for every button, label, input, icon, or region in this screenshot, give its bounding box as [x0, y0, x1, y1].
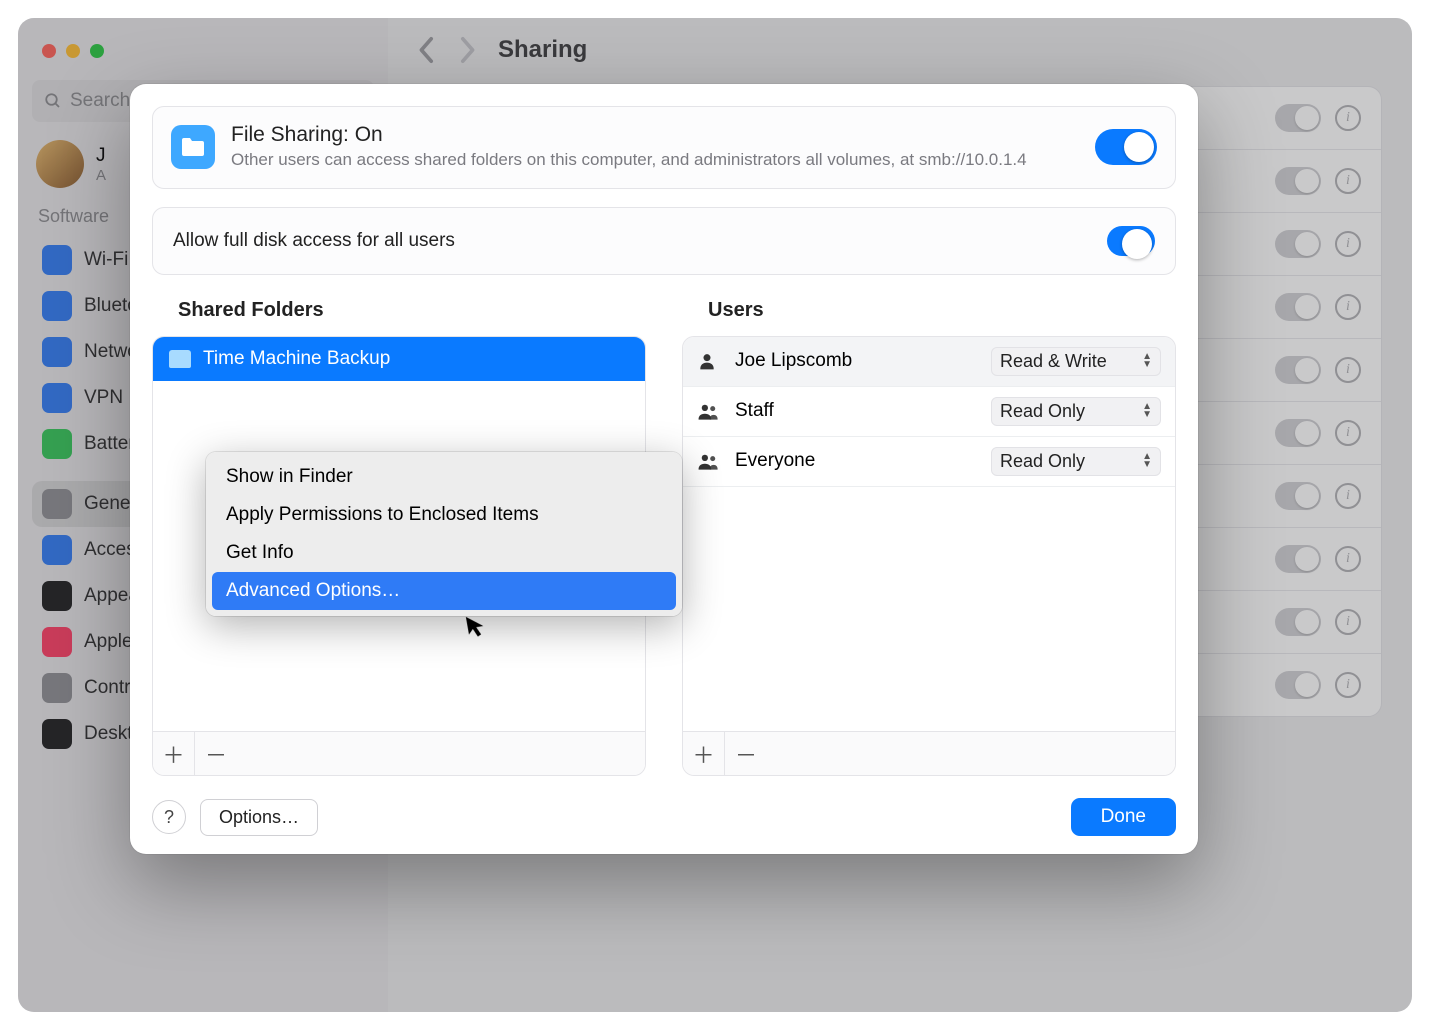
permission-select[interactable]: Read Only ▲▼: [991, 397, 1161, 426]
users-header: Users: [708, 299, 1176, 322]
user-name: Joe Lipscomb: [735, 350, 977, 372]
person-icon: [697, 351, 721, 371]
help-button[interactable]: ?: [152, 800, 186, 834]
shared-folders-header: Shared Folders: [178, 299, 646, 322]
user-name: Staff: [735, 400, 977, 422]
permission-value: Read Only: [1000, 451, 1085, 472]
context-menu-item[interactable]: Apply Permissions to Enclosed Items: [212, 496, 676, 534]
people-icon: [697, 401, 721, 421]
full-disk-access-label: Allow full disk access for all users: [173, 230, 455, 252]
context-menu-item[interactable]: Show in Finder: [212, 458, 676, 496]
users-column: Users Joe Lipscomb Read & Write ▲▼ Staff Rea…: [682, 299, 1176, 776]
folder-icon: [169, 350, 191, 368]
permission-value: Read & Write: [1000, 351, 1107, 372]
remove-user-button[interactable]: －: [725, 732, 767, 775]
options-button[interactable]: Options…: [200, 799, 318, 836]
shared-folder-row[interactable]: Time Machine Backup: [153, 337, 645, 381]
stepper-icon: ▲▼: [1142, 403, 1152, 419]
file-sharing-subtitle: Other users can access shared folders on…: [231, 149, 1079, 172]
full-disk-access-row: Allow full disk access for all users: [152, 207, 1176, 275]
users-list[interactable]: Joe Lipscomb Read & Write ▲▼ Staff Read Only…: [683, 337, 1175, 731]
permission-value: Read Only: [1000, 401, 1085, 422]
remove-folder-button[interactable]: －: [195, 732, 237, 775]
done-button[interactable]: Done: [1071, 798, 1176, 836]
full-disk-access-toggle[interactable]: [1107, 226, 1155, 256]
people-icon: [697, 451, 721, 471]
add-folder-button[interactable]: ＋: [153, 732, 195, 775]
user-row[interactable]: Everyone Read Only ▲▼: [683, 437, 1175, 487]
folder-name: Time Machine Backup: [203, 348, 390, 370]
file-sharing-icon: [171, 125, 215, 169]
add-user-button[interactable]: ＋: [683, 732, 725, 775]
folder-context-menu[interactable]: Show in FinderApply Permissions to Enclo…: [206, 452, 682, 616]
file-sharing-toggle[interactable]: [1095, 129, 1157, 165]
stepper-icon: ▲▼: [1142, 453, 1152, 469]
user-row[interactable]: Joe Lipscomb Read & Write ▲▼: [683, 337, 1175, 387]
context-menu-item[interactable]: Advanced Options…: [212, 572, 676, 610]
context-menu-item[interactable]: Get Info: [212, 534, 676, 572]
user-name: Everyone: [735, 450, 977, 472]
file-sharing-status-card: File Sharing: On Other users can access …: [152, 106, 1176, 189]
stepper-icon: ▲▼: [1142, 353, 1152, 369]
file-sharing-title: File Sharing: On: [231, 123, 1079, 147]
permission-select[interactable]: Read Only ▲▼: [991, 447, 1161, 476]
user-row[interactable]: Staff Read Only ▲▼: [683, 387, 1175, 437]
permission-select[interactable]: Read & Write ▲▼: [991, 347, 1161, 376]
